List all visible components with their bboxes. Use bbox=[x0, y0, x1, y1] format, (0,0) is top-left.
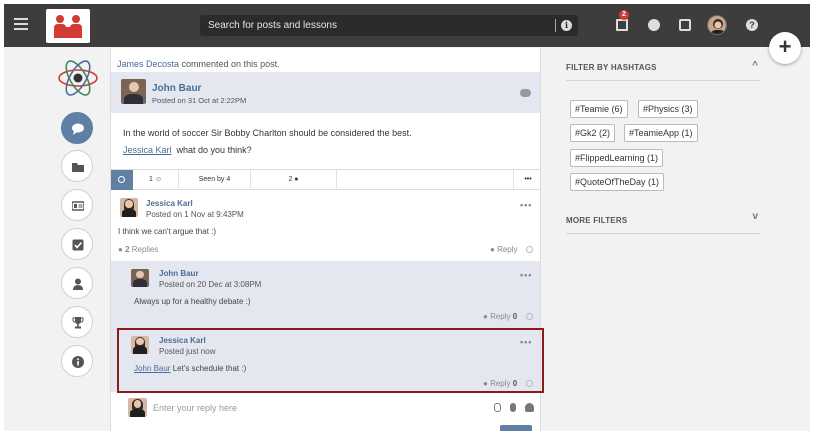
mention-text: what do you think? bbox=[176, 145, 252, 155]
folder-icon bbox=[72, 161, 84, 173]
reaction-icon[interactable] bbox=[526, 313, 533, 320]
comment-author[interactable]: Jessica Karl bbox=[146, 199, 193, 208]
search-divider bbox=[555, 19, 556, 32]
id-card-icon bbox=[71, 200, 85, 212]
classroom-logo-icon[interactable] bbox=[56, 56, 100, 100]
post-more-button[interactable]: ••• bbox=[514, 170, 540, 190]
notification-text: commented on this post. bbox=[179, 59, 280, 69]
post-reply-button[interactable] bbox=[500, 425, 532, 431]
hashtag-chip[interactable]: #QuoteOfTheDay (1) bbox=[570, 173, 665, 191]
reply-item: John Baur Posted on 20 Dec at 3:08PM •••… bbox=[111, 261, 540, 328]
nav-achievements[interactable] bbox=[61, 306, 93, 338]
divider bbox=[566, 80, 760, 81]
avatar[interactable] bbox=[121, 79, 146, 104]
post-body-mention-line: Jessica Karl what do you think? bbox=[123, 145, 252, 155]
hashtag-chip[interactable]: #TeamieApp (1) bbox=[624, 124, 698, 142]
search-input[interactable]: Search for posts and lessons i bbox=[200, 15, 578, 36]
trophy-icon bbox=[72, 317, 84, 329]
reply-more-button[interactable]: ••• bbox=[520, 270, 532, 280]
notification-line: James Decosta commented on this post. bbox=[117, 59, 280, 69]
avatar[interactable] bbox=[131, 269, 149, 287]
nav-tasks[interactable] bbox=[61, 228, 93, 260]
info-circle-icon bbox=[72, 356, 84, 368]
attachment-icon[interactable] bbox=[494, 403, 501, 412]
replies-toggle[interactable]: ● 2 Replies bbox=[118, 245, 158, 254]
hashtags-filter-title: FILTER BY HASHTAGS bbox=[566, 63, 657, 72]
reply-count: 0 bbox=[512, 312, 518, 321]
divider bbox=[566, 233, 760, 234]
reaction-icon[interactable] bbox=[526, 246, 533, 253]
comment-more-button[interactable]: ••• bbox=[520, 200, 532, 210]
globe-icon[interactable] bbox=[648, 19, 660, 31]
more-filters-title[interactable]: MORE FILTERS bbox=[566, 216, 627, 225]
avatar[interactable] bbox=[120, 198, 138, 217]
microphone-icon[interactable] bbox=[510, 403, 516, 412]
post-body-text: In the world of soccer Sir Bobby Charlto… bbox=[123, 128, 412, 138]
chevron-up-icon[interactable]: ^ bbox=[752, 60, 758, 71]
post-header: John Baur Posted on 31 Oct at 2:22PM bbox=[111, 72, 540, 113]
seen-by-button[interactable]: Seen by 4 bbox=[179, 170, 251, 190]
comment-text: I think we can't argue that :) bbox=[118, 227, 217, 236]
calendar-badge: 2 bbox=[619, 10, 629, 20]
info-icon[interactable]: i bbox=[561, 20, 572, 31]
calendar-icon[interactable] bbox=[616, 19, 628, 31]
comment-item: Jessica Karl Posted on 1 Nov at 9:43PM •… bbox=[111, 191, 540, 261]
user-icon bbox=[72, 278, 84, 290]
app-logo[interactable] bbox=[46, 9, 90, 43]
reply-button[interactable]: ● Reply bbox=[490, 245, 518, 254]
replies-label: Replies bbox=[131, 245, 159, 254]
add-post-button[interactable]: + bbox=[769, 32, 801, 64]
post-stats-bar: 1 ☺ Seen by 4 2 ● ••• bbox=[111, 169, 540, 190]
likes-count-button[interactable]: 1 ☺ bbox=[133, 170, 179, 190]
stats-spacer bbox=[337, 170, 514, 190]
nav-folders[interactable] bbox=[61, 150, 93, 182]
hashtag-chip[interactable]: #Physics (3) bbox=[638, 100, 698, 118]
reply-input[interactable]: Enter your reply here bbox=[153, 403, 237, 413]
app-window: Search for posts and lessons i 2 ? + Jam… bbox=[4, 4, 810, 431]
reply-input-row: Enter your reply here bbox=[111, 392, 540, 431]
nav-posts[interactable] bbox=[61, 112, 93, 144]
highlight-box bbox=[117, 328, 544, 393]
nav-members[interactable] bbox=[61, 267, 93, 299]
smile-icon bbox=[118, 176, 125, 183]
reply-timestamp: Posted on 20 Dec at 3:08PM bbox=[159, 280, 262, 289]
user-avatar[interactable] bbox=[707, 15, 727, 35]
replies-count: 2 bbox=[125, 245, 130, 254]
checkbox-icon bbox=[72, 239, 84, 251]
notification-actor-link[interactable]: James Decosta bbox=[117, 59, 179, 69]
help-icon[interactable]: ? bbox=[746, 19, 758, 31]
mention-link[interactable]: Jessica Karl bbox=[123, 145, 172, 155]
likes-count: 1 bbox=[149, 176, 153, 183]
reply-text: Always up for a healthy debate :) bbox=[134, 297, 251, 306]
cloud-upload-icon[interactable] bbox=[525, 403, 534, 412]
search-placeholder: Search for posts and lessons bbox=[208, 20, 337, 31]
comment-timestamp: Posted on 1 Nov at 9:43PM bbox=[146, 210, 244, 219]
comments-count-button[interactable]: 2 ● bbox=[251, 170, 337, 190]
avatar bbox=[128, 398, 147, 417]
chevron-down-icon[interactable]: v bbox=[752, 211, 758, 222]
hashtag-chip[interactable]: #FlippedLearning (1) bbox=[570, 149, 664, 167]
top-bar: Search for posts and lessons i 2 ? bbox=[4, 4, 810, 47]
notes-icon[interactable] bbox=[679, 19, 691, 31]
hashtag-chip[interactable]: #Teamie (6) bbox=[570, 100, 628, 118]
post-author[interactable]: John Baur bbox=[152, 83, 201, 94]
menu-icon[interactable] bbox=[14, 18, 28, 30]
reply-author[interactable]: John Baur bbox=[159, 269, 199, 278]
comments-count: 2 bbox=[288, 176, 293, 183]
reply-label: Reply bbox=[497, 245, 518, 254]
comment-bubble-icon[interactable] bbox=[520, 89, 531, 97]
reply-label: Reply bbox=[490, 312, 511, 321]
post-timestamp: Posted on 31 Oct at 2:22PM bbox=[152, 96, 247, 105]
nav-info[interactable] bbox=[61, 345, 93, 377]
reply-button[interactable]: ● Reply 0 bbox=[483, 312, 517, 321]
chat-bubble-icon bbox=[72, 123, 84, 135]
nav-lessons[interactable] bbox=[61, 189, 93, 221]
hashtag-chip[interactable]: #Gk2 (2) bbox=[570, 124, 616, 142]
like-toggle-button[interactable] bbox=[111, 170, 133, 190]
